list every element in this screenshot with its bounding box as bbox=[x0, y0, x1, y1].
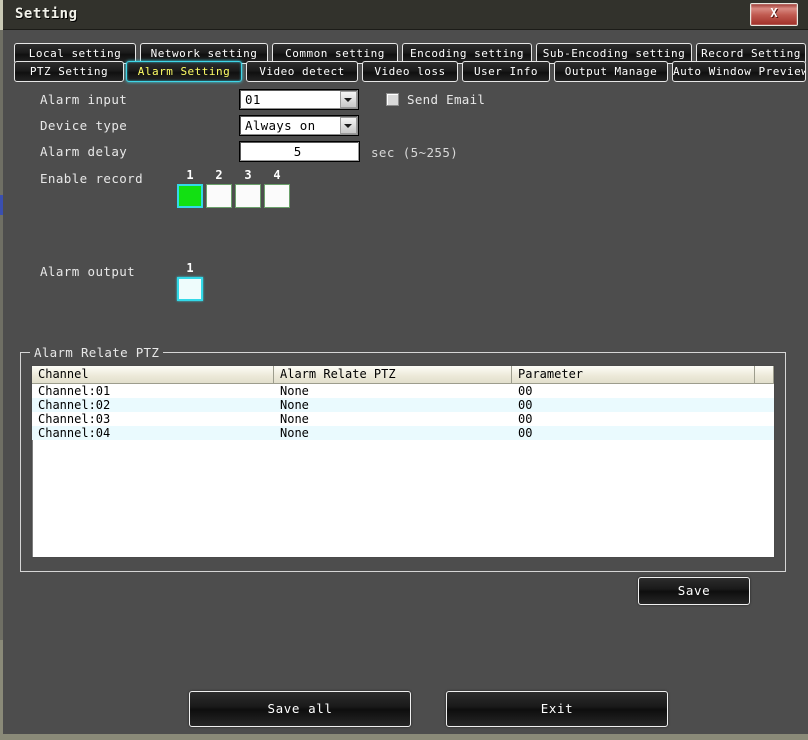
table-cell: None bbox=[280, 412, 309, 426]
device-type-label: Device type bbox=[40, 118, 128, 133]
table-row[interactable]: Channel:01 None 00 bbox=[32, 384, 774, 398]
exit-button[interactable]: Exit bbox=[446, 691, 668, 727]
table-cell bbox=[755, 412, 774, 426]
table-cell: Channel:03 bbox=[38, 412, 111, 426]
chevron-down-icon[interactable] bbox=[340, 91, 357, 108]
tab-ptz-setting[interactable]: PTZ Setting bbox=[14, 61, 124, 82]
alarm-relate-ptz-group-title: Alarm Relate PTZ bbox=[30, 345, 164, 360]
enable-record-channel-number-1: 1 bbox=[186, 168, 194, 182]
table-cell: None bbox=[280, 398, 309, 412]
table-cell bbox=[755, 384, 774, 398]
window-left-edge bbox=[0, 0, 3, 740]
title-bar: Setting X bbox=[3, 0, 808, 30]
table-cell: 00 bbox=[518, 384, 533, 398]
save-all-button[interactable]: Save all bbox=[189, 691, 411, 727]
table-cell: Channel:02 bbox=[38, 398, 111, 412]
enable-record-channel-number-4: 4 bbox=[273, 168, 281, 182]
send-email-checkbox[interactable] bbox=[386, 93, 399, 106]
alarm-input-label: Alarm input bbox=[40, 92, 128, 107]
alarm-output-channel-number-1: 1 bbox=[186, 261, 194, 275]
column-header-blank[interactable] bbox=[755, 366, 774, 383]
save-button[interactable]: Save bbox=[638, 577, 750, 605]
tab-user-info[interactable]: User Info bbox=[462, 61, 550, 82]
page-title: Setting bbox=[15, 6, 78, 22]
enable-record-channel-box-1[interactable] bbox=[177, 184, 203, 208]
enable-record-channel-box-2[interactable] bbox=[206, 184, 232, 208]
table-cell: None bbox=[280, 384, 309, 398]
tab-auto-window-preview[interactable]: Auto Window Preview bbox=[672, 61, 806, 82]
device-type-select[interactable]: Always on bbox=[239, 115, 359, 136]
tab-output-manage[interactable]: Output Manage bbox=[554, 61, 668, 82]
close-x-icon: X bbox=[770, 6, 778, 20]
alarm-output-channel-box-1[interactable] bbox=[177, 277, 203, 301]
device-type-value: Always on bbox=[245, 118, 316, 133]
table-cell: 00 bbox=[518, 412, 533, 426]
table-cell: 00 bbox=[518, 398, 533, 412]
tab-video-detect[interactable]: Video detect bbox=[246, 61, 358, 82]
enable-record-label: Enable record bbox=[40, 171, 144, 186]
alarm-delay-label: Alarm delay bbox=[40, 144, 128, 159]
alarm-delay-suffix: sec (5~255) bbox=[371, 145, 459, 160]
alarm-relate-ptz-table[interactable]: Channel Alarm Relate PTZ Parameter Channel… bbox=[31, 365, 775, 558]
setting-window: Setting X Local setting Network setting Co… bbox=[0, 0, 808, 740]
window-bottom-strip bbox=[3, 734, 808, 740]
column-header-alarm-relate-ptz[interactable]: Alarm Relate PTZ bbox=[274, 366, 512, 383]
table-cell: None bbox=[280, 426, 309, 440]
enable-record-channel-number-3: 3 bbox=[244, 168, 252, 182]
enable-record-channel-box-4[interactable] bbox=[264, 184, 290, 208]
alarm-input-select[interactable]: 01 bbox=[239, 89, 359, 110]
close-button[interactable]: X bbox=[750, 3, 798, 26]
table-cell: Channel:01 bbox=[38, 384, 111, 398]
send-email-label: Send Email bbox=[407, 92, 486, 107]
alarm-delay-input[interactable]: 5 bbox=[239, 141, 360, 162]
table-cell bbox=[755, 398, 774, 412]
enable-record-channel-number-2: 2 bbox=[215, 168, 223, 182]
enable-record-channel-box-3[interactable] bbox=[235, 184, 261, 208]
table-header-row: Channel Alarm Relate PTZ Parameter bbox=[32, 366, 774, 384]
column-header-channel[interactable]: Channel bbox=[32, 366, 274, 383]
alarm-input-value: 01 bbox=[245, 92, 261, 107]
table-row[interactable]: Channel:04 None 00 bbox=[32, 426, 774, 440]
alarm-delay-value: 5 bbox=[293, 144, 302, 159]
table-body: Channel:01 None 00 Channel:02 None 00 Channel:… bbox=[32, 384, 774, 440]
table-row[interactable]: Channel:02 None 00 bbox=[32, 398, 774, 412]
table-row[interactable]: Channel:03 None 00 bbox=[32, 412, 774, 426]
column-header-parameter[interactable]: Parameter bbox=[512, 366, 755, 383]
tab-video-loss[interactable]: Video loss bbox=[362, 61, 458, 82]
table-cell: Channel:04 bbox=[38, 426, 111, 440]
table-cell bbox=[755, 426, 774, 440]
chevron-down-icon[interactable] bbox=[340, 117, 357, 134]
tab-alarm-setting[interactable]: Alarm Setting bbox=[126, 61, 242, 82]
table-cell: 00 bbox=[518, 426, 533, 440]
alarm-output-label: Alarm output bbox=[40, 264, 136, 279]
